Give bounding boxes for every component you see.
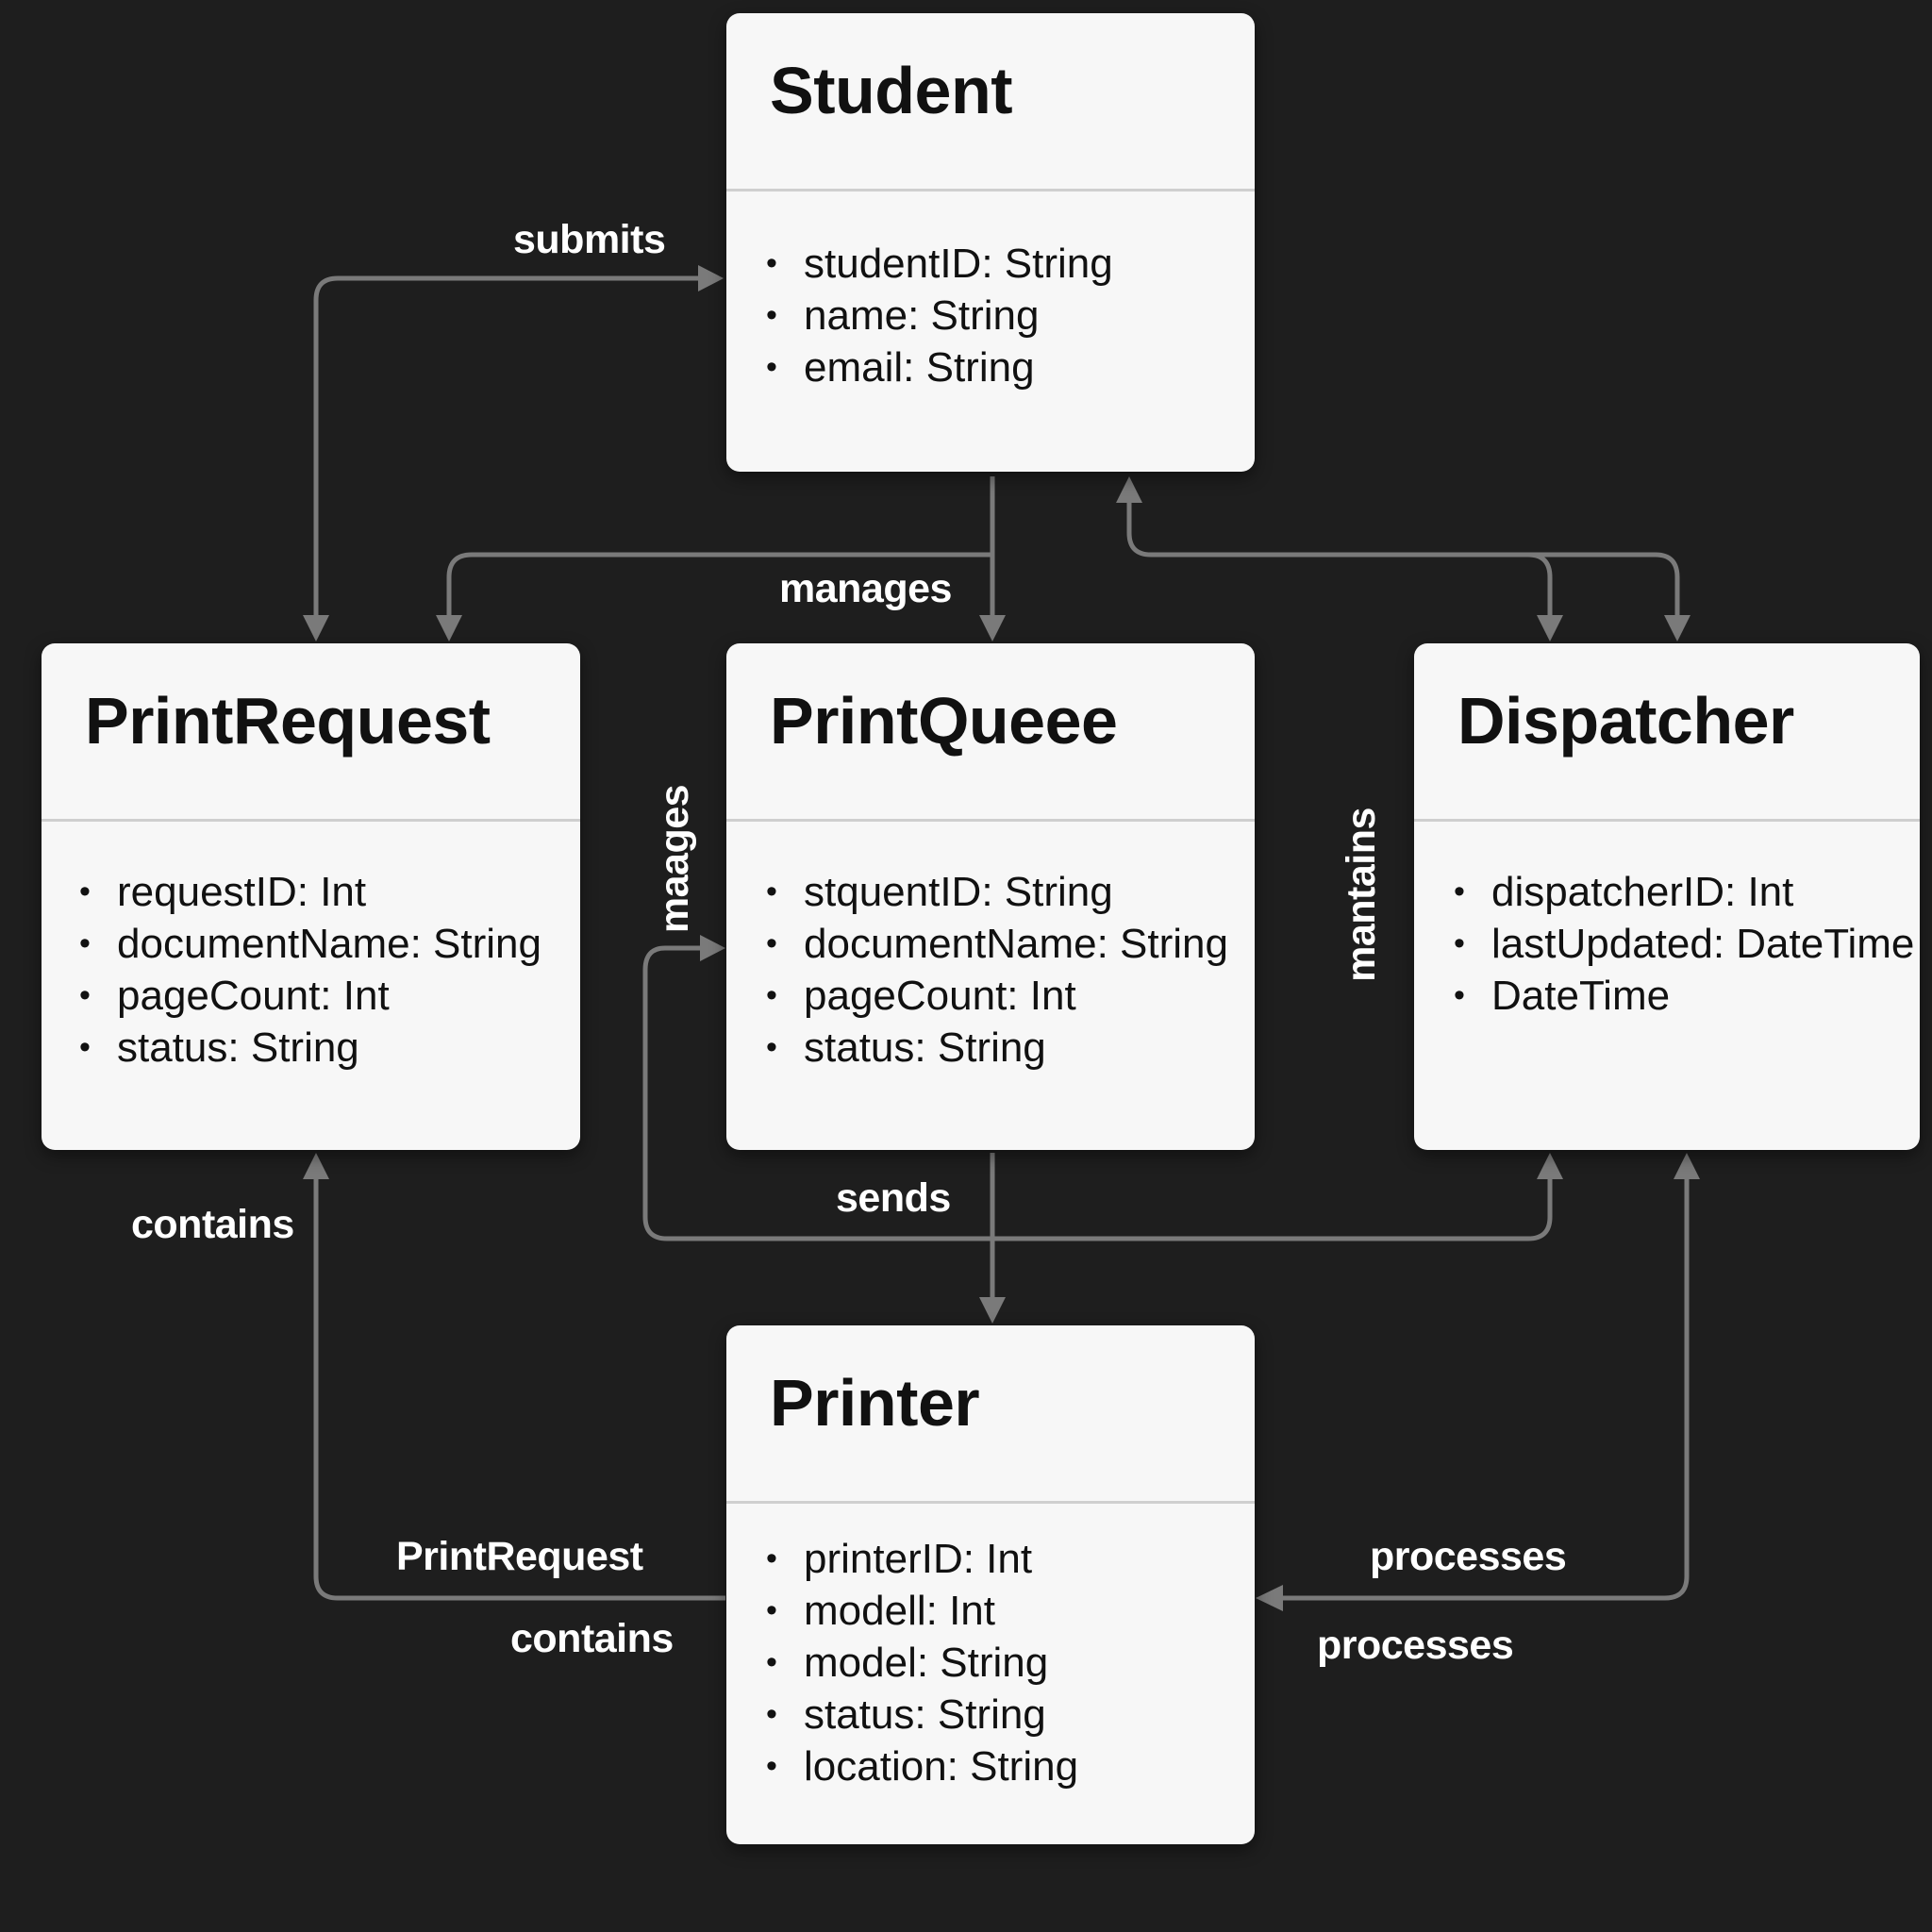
attribute-list: stquentID: String documentName: String p…: [766, 866, 1228, 1074]
class-name: Printer: [770, 1366, 980, 1440]
attribute: modell: Int: [766, 1585, 1078, 1637]
attribute: requestID: Int: [79, 866, 541, 918]
label-maages: maages: [652, 784, 698, 934]
attribute: name: String: [766, 290, 1113, 341]
attribute-list: dispatcherID: Int lastUpdated: DateTime …: [1454, 866, 1914, 1022]
class-header: PrintQueee: [726, 643, 1255, 822]
arrowhead-manages: [436, 615, 462, 641]
attribute-list: studentID: String name: String email: St…: [766, 238, 1113, 393]
label-manages: manages: [779, 566, 952, 611]
arrowhead-student-bottom: [1116, 476, 1142, 503]
arrowhead-dispatcher-bottom-left: [1537, 1153, 1563, 1179]
label-processes-bottom: processes: [1317, 1623, 1514, 1668]
arrowhead-dispatcher-top-left: [1537, 615, 1563, 641]
arrowhead-printrequest-bottom: [303, 1153, 329, 1179]
class-name: Student: [770, 54, 1013, 127]
class-student[interactable]: Student studentID: String name: String e…: [726, 13, 1255, 472]
attribute: DateTime: [1454, 970, 1914, 1022]
connector-submits: [313, 275, 698, 627]
connector-dispatcher-student: [1126, 502, 1553, 615]
arrowhead-dispatcher-bottom-right: [1674, 1153, 1700, 1179]
attribute: status: String: [766, 1022, 1228, 1074]
attribute: model: String: [766, 1637, 1078, 1689]
attribute: pageCount: Int: [79, 970, 541, 1022]
class-dispatcher[interactable]: Dispatcher dispatcherID: Int lastUpdated…: [1414, 643, 1920, 1150]
arrowhead-maages: [700, 935, 725, 961]
attribute: location: String: [766, 1740, 1078, 1792]
label-submits: submits: [513, 217, 666, 262]
arrowhead-processes: [1256, 1585, 1283, 1611]
label-printrequest: PrintRequest: [396, 1534, 643, 1579]
class-header: Dispatcher: [1414, 643, 1920, 822]
class-header: Printer: [726, 1325, 1255, 1504]
arrowhead-submits: [698, 265, 724, 291]
class-printqueue[interactable]: PrintQueee stquentID: String documentNam…: [726, 643, 1255, 1150]
label-contains-bottom: contains: [510, 1616, 674, 1661]
attribute: pageCount: Int: [766, 970, 1228, 1022]
attribute-list: requestID: Int documentName: String page…: [79, 866, 541, 1074]
arrowhead-printer-top: [979, 1297, 1006, 1324]
attribute: stquentID: String: [766, 866, 1228, 918]
arrowhead-printrequest-top: [303, 615, 329, 641]
class-name: PrintQueee: [770, 684, 1118, 758]
label-contains-left: contains: [131, 1202, 294, 1247]
class-header: PrintRequest: [42, 643, 580, 822]
attribute: documentName: String: [79, 918, 541, 970]
arrowhead-dispatcher-top-right: [1664, 615, 1690, 641]
class-header: Student: [726, 13, 1255, 192]
attribute: studentID: String: [766, 238, 1113, 290]
attribute: status: String: [79, 1022, 541, 1074]
attribute-list: printerID: Int modell: Int model: String…: [766, 1533, 1078, 1792]
arrowhead-queue-top: [979, 615, 1006, 641]
label-sends: sends: [836, 1175, 951, 1221]
class-printer[interactable]: Printer printerID: Int modell: Int model…: [726, 1325, 1255, 1844]
label-processes-top: processes: [1370, 1534, 1567, 1579]
attribute: documentName: String: [766, 918, 1228, 970]
class-printrequest[interactable]: PrintRequest requestID: Int documentName…: [42, 643, 580, 1150]
class-name: PrintRequest: [85, 684, 491, 758]
label-mantains: mantains: [1338, 808, 1384, 982]
attribute: status: String: [766, 1689, 1078, 1740]
attribute: lastUpdated: DateTime: [1454, 918, 1914, 970]
class-name: Dispatcher: [1457, 684, 1794, 758]
attribute: printerID: Int: [766, 1533, 1078, 1585]
attribute: dispatcherID: Int: [1454, 866, 1914, 918]
attribute: email: String: [766, 341, 1113, 393]
